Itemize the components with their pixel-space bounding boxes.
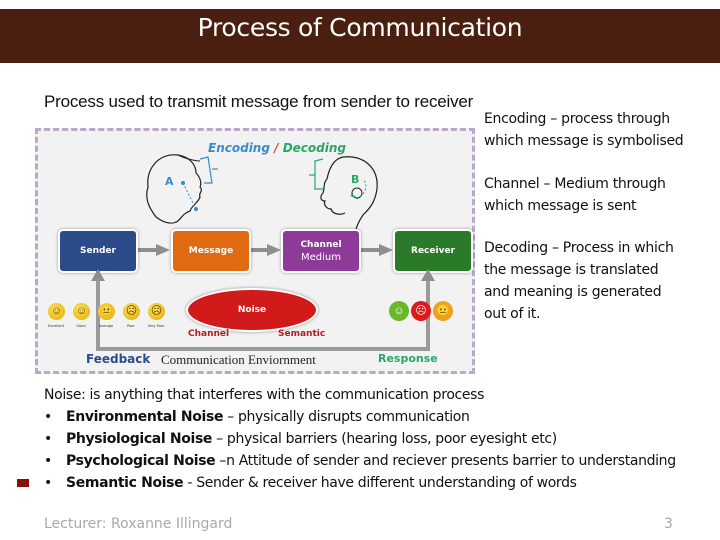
arrow-up-icon (91, 269, 105, 281)
face-poor-icon: ☹ (123, 303, 140, 320)
face-label: Very Poor (147, 324, 165, 328)
receiver-box: Receiver (393, 229, 473, 273)
noise-bullet: • Semantic Noise - Sender & receiver hav… (44, 472, 720, 494)
noise-type-name: Semantic Noise (66, 475, 184, 491)
arrow-right-icon (156, 244, 170, 256)
face-neutral-icon: 😐 (433, 301, 453, 321)
receiver-head-icon (309, 156, 378, 234)
noise-type-name: Psychological Noise (66, 453, 216, 469)
encoding-definition: Encoding – process through which message… (484, 108, 714, 152)
face-average-icon: 😐 (98, 303, 115, 320)
noise-type-desc: – physically disrupts communication (223, 409, 470, 425)
arrow-shaft (359, 248, 381, 252)
face-label: Average (98, 324, 114, 328)
noise-channel-label: Channel (188, 329, 230, 339)
arrow-up-icon (421, 269, 435, 281)
definition-line: which message is symbolised (484, 133, 684, 149)
definition-line: and meaning is generated (484, 284, 662, 300)
arrow-shaft (136, 248, 158, 252)
decoding-definition: Decoding – Process in which the message … (484, 237, 714, 325)
sender-head-icon (146, 154, 218, 224)
face-positive-icon: ☺ (389, 301, 409, 321)
noise-semantic-label: Semantic (278, 329, 326, 339)
face-good-icon: ☺ (73, 303, 90, 320)
sender-box: Sender (58, 229, 138, 273)
channel-label: Channel (300, 239, 342, 250)
noise-ellipse: Noise (186, 288, 318, 332)
bullet-icon: • (44, 453, 52, 469)
noise-bullet: • Environmental Noise – physically disru… (44, 406, 720, 428)
slash: / (274, 141, 279, 155)
definition-line: which message is sent (484, 198, 637, 214)
face-negative-icon: ☹ (411, 301, 431, 321)
definition-line: the message is translated (484, 262, 659, 278)
face-label: Poor (127, 324, 135, 328)
sender-label: Sender (80, 246, 116, 256)
definition-line: Encoding – process through (484, 111, 670, 127)
message-label: Message (188, 246, 234, 256)
loop-line (96, 347, 426, 351)
medium-label: Medium (301, 251, 341, 263)
arrow-shaft (249, 248, 269, 252)
page-number: 3 (664, 516, 673, 532)
receiver-label: Receiver (411, 246, 455, 256)
noise-section: Noise: is anything that interferes with … (44, 384, 720, 494)
channel-box: Channel Medium (281, 229, 361, 273)
feedback-label: Feedback (86, 352, 151, 366)
face-label: Excellent (48, 324, 64, 328)
arrow-right-icon (379, 244, 393, 256)
bullet-icon: • (44, 475, 52, 491)
environment-label: Communication Enviornment (161, 352, 316, 367)
response-label: Response (378, 352, 438, 365)
noise-bullet: • Psychological Noise –n Attitude of sen… (44, 450, 720, 472)
noise-type-desc: - Sender & receiver have different under… (183, 475, 577, 491)
point-a-label: A (165, 175, 174, 188)
face-very-poor-icon: ☹ (148, 303, 165, 320)
bullet-icon: • (44, 409, 52, 425)
noise-type-desc: –n Attitude of sender and reciever prese… (215, 453, 676, 469)
definition-line: Channel – Medium through (484, 176, 666, 192)
bullet-icon: • (44, 431, 52, 447)
definition-line: out of it. (484, 306, 541, 322)
noise-type-desc: – physical barriers (hearing loss, poor … (212, 431, 557, 447)
face-label: Good (76, 324, 86, 328)
arrow-right-icon (267, 244, 281, 256)
face-excellent-icon: ☺ (48, 303, 65, 320)
noise-label: Noise (237, 305, 267, 315)
slide-marker (17, 479, 29, 487)
slide-subtitle: Process used to transmit message from se… (44, 92, 474, 111)
point-b-label: B (351, 173, 360, 186)
noise-bullet: • Physiological Noise – physical barrier… (44, 428, 720, 450)
noise-type-name: Physiological Noise (66, 431, 213, 447)
communication-diagram: Encoding / Decoding A B Sender Message C… (35, 128, 475, 374)
channel-definition: Channel – Medium through which message i… (484, 173, 714, 217)
message-box: Message (171, 229, 251, 273)
footer-lecturer: Lecturer: Roxanne Illingard (44, 516, 233, 532)
definition-line: Decoding – Process in which (484, 240, 674, 256)
slide-title: Process of Communication (197, 13, 523, 42)
noise-type-name: Environmental Noise (66, 409, 224, 425)
noise-intro: Noise: is anything that interferes with … (44, 387, 485, 403)
